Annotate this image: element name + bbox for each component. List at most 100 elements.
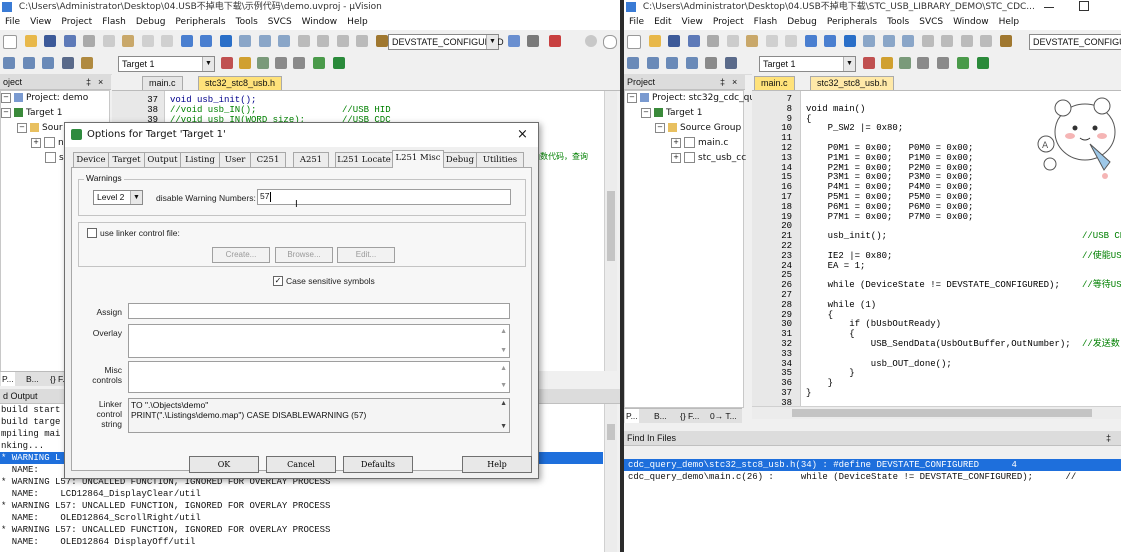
tab-main-c[interactable]: main.c [142, 76, 183, 90]
tab-stc32-usb-h[interactable]: stc32_stc8_usb.h [810, 76, 895, 90]
output-line[interactable]: * WARNING L57: UNCALLED FUNCTION, IGNORE… [0, 524, 604, 536]
select-packs-icon[interactable] [957, 57, 969, 69]
manage-components-icon[interactable] [257, 57, 269, 69]
tree-item-target[interactable]: − Target 1 [625, 106, 743, 121]
new-file-icon[interactable] [3, 35, 17, 49]
tab-output[interactable]: Output [144, 152, 181, 167]
find-in-files-output[interactable]: cdc_query_demo\stc32_stc8_usb.h(34) : #d… [624, 459, 1121, 552]
collapse-icon[interactable]: − [655, 122, 665, 133]
scroll-down-icon[interactable]: ▼ [500, 379, 507, 392]
undo-icon[interactable] [765, 35, 778, 47]
menu-svcs[interactable]: SVCS [914, 14, 948, 30]
find-result-line[interactable]: cdc_query_demo\stc32_stc8_usb.h(34) : #d… [624, 459, 1121, 471]
misc-controls-input[interactable]: ▲ ▼ [128, 361, 510, 393]
tab-books[interactable]: B... [654, 409, 667, 423]
pin-icon[interactable]: ‡ [86, 75, 91, 89]
menu-window[interactable]: Window [297, 14, 343, 30]
find-result-line[interactable]: cdc_query_demo\main.c(26) : while (Devic… [624, 471, 1121, 483]
redo-icon[interactable] [785, 35, 798, 47]
ok-button[interactable]: OK [189, 456, 259, 473]
bookmark-next-icon[interactable] [882, 35, 895, 47]
collapse-icon[interactable]: − [627, 92, 637, 103]
tab-main-c[interactable]: main.c [754, 76, 795, 90]
rebuild-icon[interactable] [42, 57, 55, 69]
menu-tools[interactable]: Tools [882, 14, 914, 30]
menu-window[interactable]: Window [948, 14, 994, 30]
copy-icon[interactable] [102, 35, 115, 47]
green-diamond-icon[interactable] [977, 57, 989, 69]
cut-icon[interactable] [83, 35, 96, 47]
target-settings-icon[interactable] [221, 57, 233, 69]
output-line[interactable]: NAME: OLED12864_ScrollRight/util [0, 512, 604, 524]
menu-help[interactable]: Help [342, 14, 373, 30]
scroll-thumb[interactable] [607, 424, 615, 440]
scroll-down-icon[interactable]: ▼ [500, 344, 507, 357]
left-target-combo[interactable]: Target 1 ▼ [118, 56, 215, 72]
bookmark-clear-icon[interactable] [902, 35, 915, 47]
uncomment-icon[interactable] [980, 35, 993, 47]
copy-icon[interactable] [726, 35, 739, 47]
build-icon[interactable] [646, 57, 659, 69]
right-define-combo[interactable]: DEVSTATE_CONFIGURE [1029, 34, 1121, 50]
open-folder-icon[interactable] [648, 35, 661, 47]
pack-installer-icon[interactable] [275, 57, 287, 69]
collapse-icon[interactable]: − [1, 107, 11, 118]
close-icon[interactable]: × [732, 75, 737, 89]
left-editor-scrollbar[interactable] [604, 91, 617, 371]
tab-target[interactable]: Target [108, 152, 145, 167]
find-in-files-icon[interactable] [999, 35, 1012, 47]
scroll-up-icon[interactable]: ▲ [500, 325, 507, 338]
search-icon[interactable] [508, 35, 520, 47]
scroll-thumb[interactable] [607, 191, 615, 261]
tree-item-stc-usb[interactable]: + stc_usb_cc [625, 151, 746, 166]
collapse-icon[interactable]: − [1, 92, 11, 103]
bookmark-next-icon[interactable] [258, 35, 271, 47]
output-line[interactable]: NAME: LCD12864_DisplayClear/util [0, 488, 604, 500]
download-icon[interactable] [724, 57, 737, 69]
open-folder-icon[interactable] [24, 35, 37, 47]
pack-installer-icon[interactable] [917, 57, 929, 69]
bookmark-prev-icon[interactable] [863, 35, 876, 47]
expand-icon[interactable]: + [671, 152, 681, 163]
nav-forward-icon[interactable] [200, 35, 213, 47]
settings-icon[interactable] [527, 35, 539, 47]
tab-project[interactable]: P... [1, 372, 15, 386]
output-scrollbar[interactable] [604, 404, 617, 552]
save-all-icon[interactable] [63, 35, 76, 47]
assign-input[interactable] [128, 303, 510, 319]
file-extensions-icon[interactable] [881, 57, 893, 69]
file-extensions-icon[interactable] [239, 57, 251, 69]
menu-tools[interactable]: Tools [231, 14, 263, 30]
menu-flash[interactable]: Flash [97, 14, 131, 30]
close-icon[interactable]: × [98, 75, 103, 89]
scroll-down-icon[interactable]: ▼ [500, 422, 507, 432]
menu-help[interactable]: Help [994, 14, 1025, 30]
tab-device[interactable]: Device [73, 152, 109, 167]
run-time-env-icon[interactable] [293, 57, 305, 69]
circle-outline-icon[interactable] [603, 35, 617, 49]
menu-file[interactable]: File [624, 14, 649, 30]
scroll-up-icon[interactable]: ▲ [500, 399, 507, 409]
find-in-files-icon[interactable] [375, 35, 388, 47]
target-options-icon[interactable] [81, 57, 94, 69]
green-diamond-icon[interactable] [333, 57, 345, 69]
tab-templates[interactable]: 0→ T... [710, 409, 737, 423]
scroll-thumb[interactable] [792, 409, 1092, 417]
save-icon[interactable] [668, 35, 681, 47]
menu-edit[interactable]: Edit [649, 14, 676, 30]
edit-button[interactable]: Edit... [337, 247, 395, 263]
stop-build-icon[interactable] [705, 57, 718, 69]
collapse-icon[interactable]: − [641, 107, 651, 118]
collapse-icon[interactable]: − [17, 122, 27, 133]
cut-icon[interactable] [707, 35, 720, 47]
new-file-icon[interactable] [627, 35, 641, 49]
nav-forward-icon[interactable] [824, 35, 837, 47]
bookmark-icon[interactable] [843, 35, 856, 47]
paste-icon[interactable] [746, 35, 759, 47]
menu-svcs[interactable]: SVCS [263, 14, 297, 30]
menu-peripherals[interactable]: Peripherals [170, 14, 230, 30]
cancel-button[interactable]: Cancel [266, 456, 336, 473]
overlay-input[interactable]: ▲ ▼ [128, 324, 510, 358]
scroll-up-icon[interactable]: ▲ [500, 362, 507, 375]
nav-back-icon[interactable] [180, 35, 193, 47]
